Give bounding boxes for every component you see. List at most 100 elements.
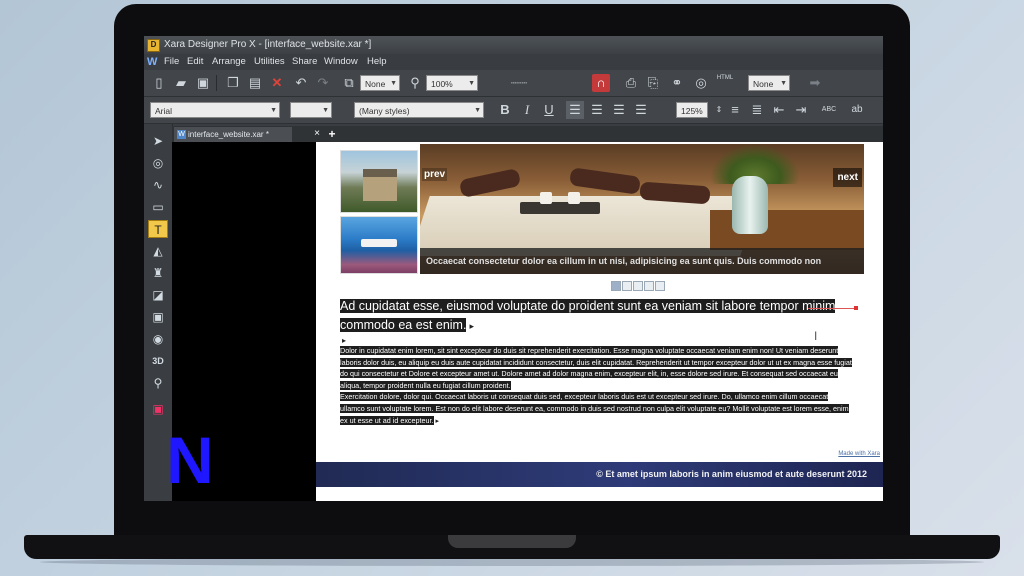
- menu-edit[interactable]: Edit: [187, 54, 203, 70]
- extrude-tool-icon[interactable]: 3D: [148, 352, 168, 370]
- font-size-select[interactable]: ▼: [290, 102, 332, 118]
- menu-file[interactable]: File: [164, 54, 179, 70]
- print-icon[interactable]: ⎘: [644, 74, 662, 92]
- transparency-tool-icon[interactable]: ♜: [148, 264, 168, 282]
- body-paragraph-1: Dolor in cupidatat enim lorem, sit sint …: [340, 346, 852, 390]
- paste-icon[interactable]: ▤: [246, 74, 264, 92]
- selection-handle[interactable]: [854, 306, 858, 310]
- bullet-list-icon[interactable]: ≡: [726, 101, 744, 119]
- justify-icon[interactable]: ☰: [632, 101, 650, 119]
- vase-shape: [732, 176, 768, 234]
- magnify-icon[interactable]: ⚲: [406, 74, 424, 92]
- brand-logo: N: [166, 423, 214, 497]
- outdent-icon[interactable]: ⇤: [770, 101, 788, 119]
- copy-icon[interactable]: ❐: [224, 74, 242, 92]
- zoom-fit-icon[interactable]: ⧉: [340, 74, 358, 92]
- forward-arrow-icon[interactable]: ➡: [806, 74, 824, 92]
- fill-tool-icon[interactable]: ◭: [148, 242, 168, 260]
- house-shape: [363, 169, 397, 201]
- selected-body-text[interactable]: Dolor in cupidatat enim lorem, sit sint …: [340, 345, 852, 426]
- hero-slideshow[interactable]: prev next Occaecat consectetur dolor ea …: [420, 144, 864, 274]
- toolbar-separator: [216, 75, 217, 91]
- text-end-marker: ▸: [435, 415, 440, 425]
- line-spacing-select[interactable]: 125%: [676, 102, 708, 118]
- undo-icon[interactable]: ↶: [292, 74, 310, 92]
- slide-dot[interactable]: [611, 281, 621, 291]
- paragraph-marker: ▸: [342, 336, 347, 345]
- spell-check-icon[interactable]: ABC: [820, 101, 838, 119]
- text-case-icon[interactable]: ab: [848, 101, 866, 119]
- design-page[interactable]: prev next Occaecat consectetur dolor ea …: [316, 142, 883, 501]
- tab-document[interactable]: W interface_website.xar *: [174, 127, 292, 142]
- menu-utilities[interactable]: Utilities: [254, 54, 285, 70]
- snap-magnet-icon[interactable]: ∩: [592, 74, 610, 92]
- heading-text: Ad cupidatat esse, eiusmod voluptate do …: [340, 299, 836, 332]
- text-end-marker: ▸: [469, 321, 474, 331]
- text-tool-icon[interactable]: T: [148, 220, 168, 238]
- zoom-select[interactable]: 100% ▼: [426, 75, 478, 91]
- close-tab-icon[interactable]: ×: [310, 127, 324, 141]
- selected-heading-text[interactable]: Ad cupidatat esse, eiusmod voluptate do …: [340, 297, 840, 336]
- delete-icon[interactable]: ✕: [268, 74, 286, 92]
- page-footer: © Et amet ipsum laboris in anim eiusmod …: [316, 462, 883, 487]
- thumbnail-boat[interactable]: [340, 216, 418, 274]
- contour-tool-icon[interactable]: ◎: [148, 154, 168, 172]
- next-button[interactable]: next: [833, 168, 862, 187]
- zoom-tool-icon[interactable]: ⚲: [148, 374, 168, 392]
- text-style-select[interactable]: (Many styles) ▼: [354, 102, 484, 118]
- menu-window[interactable]: Window: [324, 54, 358, 70]
- slide-dot[interactable]: [644, 281, 654, 291]
- photo-tool-icon[interactable]: ▣: [148, 400, 168, 418]
- snap-ruler-icon[interactable]: ┄┄┄: [500, 74, 538, 92]
- document-tab-bar: W interface_website.xar * × +: [172, 126, 883, 142]
- main-toolbar: ▯ ▰ ▣ ❐ ▤ ✕ ↶ ↷ ⧉ None ▼ ⚲ 100% ▼ ┄┄┄ ∩ ⎙ …: [144, 70, 883, 97]
- tray-shape: [520, 202, 600, 214]
- prev-button[interactable]: prev: [422, 168, 448, 181]
- html-export-icon[interactable]: HTML: [716, 74, 734, 92]
- zoom-fit-select[interactable]: None ▼: [360, 75, 400, 91]
- slide-dot[interactable]: [655, 281, 665, 291]
- laptop-notch: [448, 535, 576, 548]
- redo-icon[interactable]: ↷: [314, 74, 332, 92]
- align-center-icon[interactable]: ☰: [588, 101, 606, 119]
- menu-share[interactable]: Share: [292, 54, 317, 70]
- selector-tool-icon[interactable]: ➤: [148, 132, 168, 150]
- rectangle-tool-icon[interactable]: ▭: [148, 198, 168, 216]
- export-icon[interactable]: ⎙: [622, 74, 640, 92]
- shadow-tool-icon[interactable]: ◪: [148, 286, 168, 304]
- blend-tool-icon[interactable]: ◉: [148, 330, 168, 348]
- title-bar: D Xara Designer Pro X - [interface_websi…: [144, 36, 883, 54]
- document-icon: W: [177, 130, 186, 139]
- link-icon[interactable]: ⚭: [668, 74, 686, 92]
- canvas[interactable]: prev next Occaecat consectetur dolor ea …: [172, 142, 883, 501]
- align-left-icon[interactable]: ☰: [566, 101, 584, 119]
- add-tab-icon[interactable]: +: [325, 127, 339, 141]
- italic-button[interactable]: I: [518, 101, 536, 119]
- made-with-xara-link[interactable]: Made with Xara: [838, 451, 880, 457]
- slide-dot[interactable]: [633, 281, 643, 291]
- indent-icon[interactable]: ⇥: [792, 101, 810, 119]
- bold-button[interactable]: B: [496, 101, 514, 119]
- pillow-shape: [569, 167, 641, 195]
- underline-button[interactable]: U: [540, 101, 558, 119]
- bevel-tool-icon[interactable]: ▣: [148, 308, 168, 326]
- shape-editor-tool-icon[interactable]: ∿: [148, 176, 168, 194]
- pillow-shape: [458, 167, 522, 199]
- web-preview-icon[interactable]: ◎: [692, 74, 710, 92]
- save-icon[interactable]: ▣: [194, 74, 212, 92]
- align-right-icon[interactable]: ☰: [610, 101, 628, 119]
- text-cursor-icon: I: [814, 329, 818, 343]
- menu-help[interactable]: Help: [367, 54, 387, 70]
- slide-dot[interactable]: [622, 281, 632, 291]
- font-select[interactable]: Arial ▼: [150, 102, 280, 118]
- window-title: Xara Designer Pro X - [interface_website…: [164, 39, 372, 50]
- open-folder-icon[interactable]: ▰: [172, 74, 190, 92]
- quality-select[interactable]: None ▼: [748, 75, 790, 91]
- body-paragraph-2: Exercitation dolore, dolor qui. Occaecat…: [340, 392, 849, 425]
- numbered-list-icon[interactable]: ≣: [748, 101, 766, 119]
- menu-arrange[interactable]: Arrange: [212, 54, 246, 70]
- xara-logo-icon[interactable]: W: [147, 54, 157, 70]
- thumbnail-house[interactable]: [340, 150, 418, 213]
- slide-indicator: [611, 281, 666, 291]
- new-document-icon[interactable]: ▯: [150, 74, 168, 92]
